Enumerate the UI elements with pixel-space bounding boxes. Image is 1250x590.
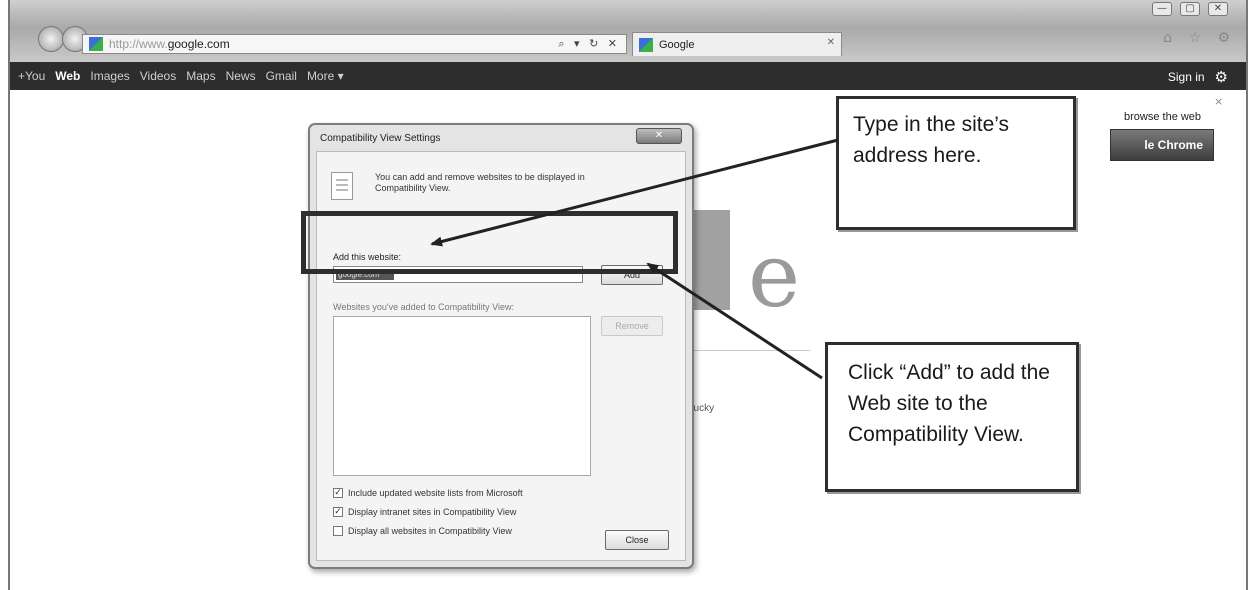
arrow-to-input xyxy=(430,138,839,247)
arrow-to-add-button xyxy=(646,262,823,380)
annotation-arrows xyxy=(430,138,839,380)
